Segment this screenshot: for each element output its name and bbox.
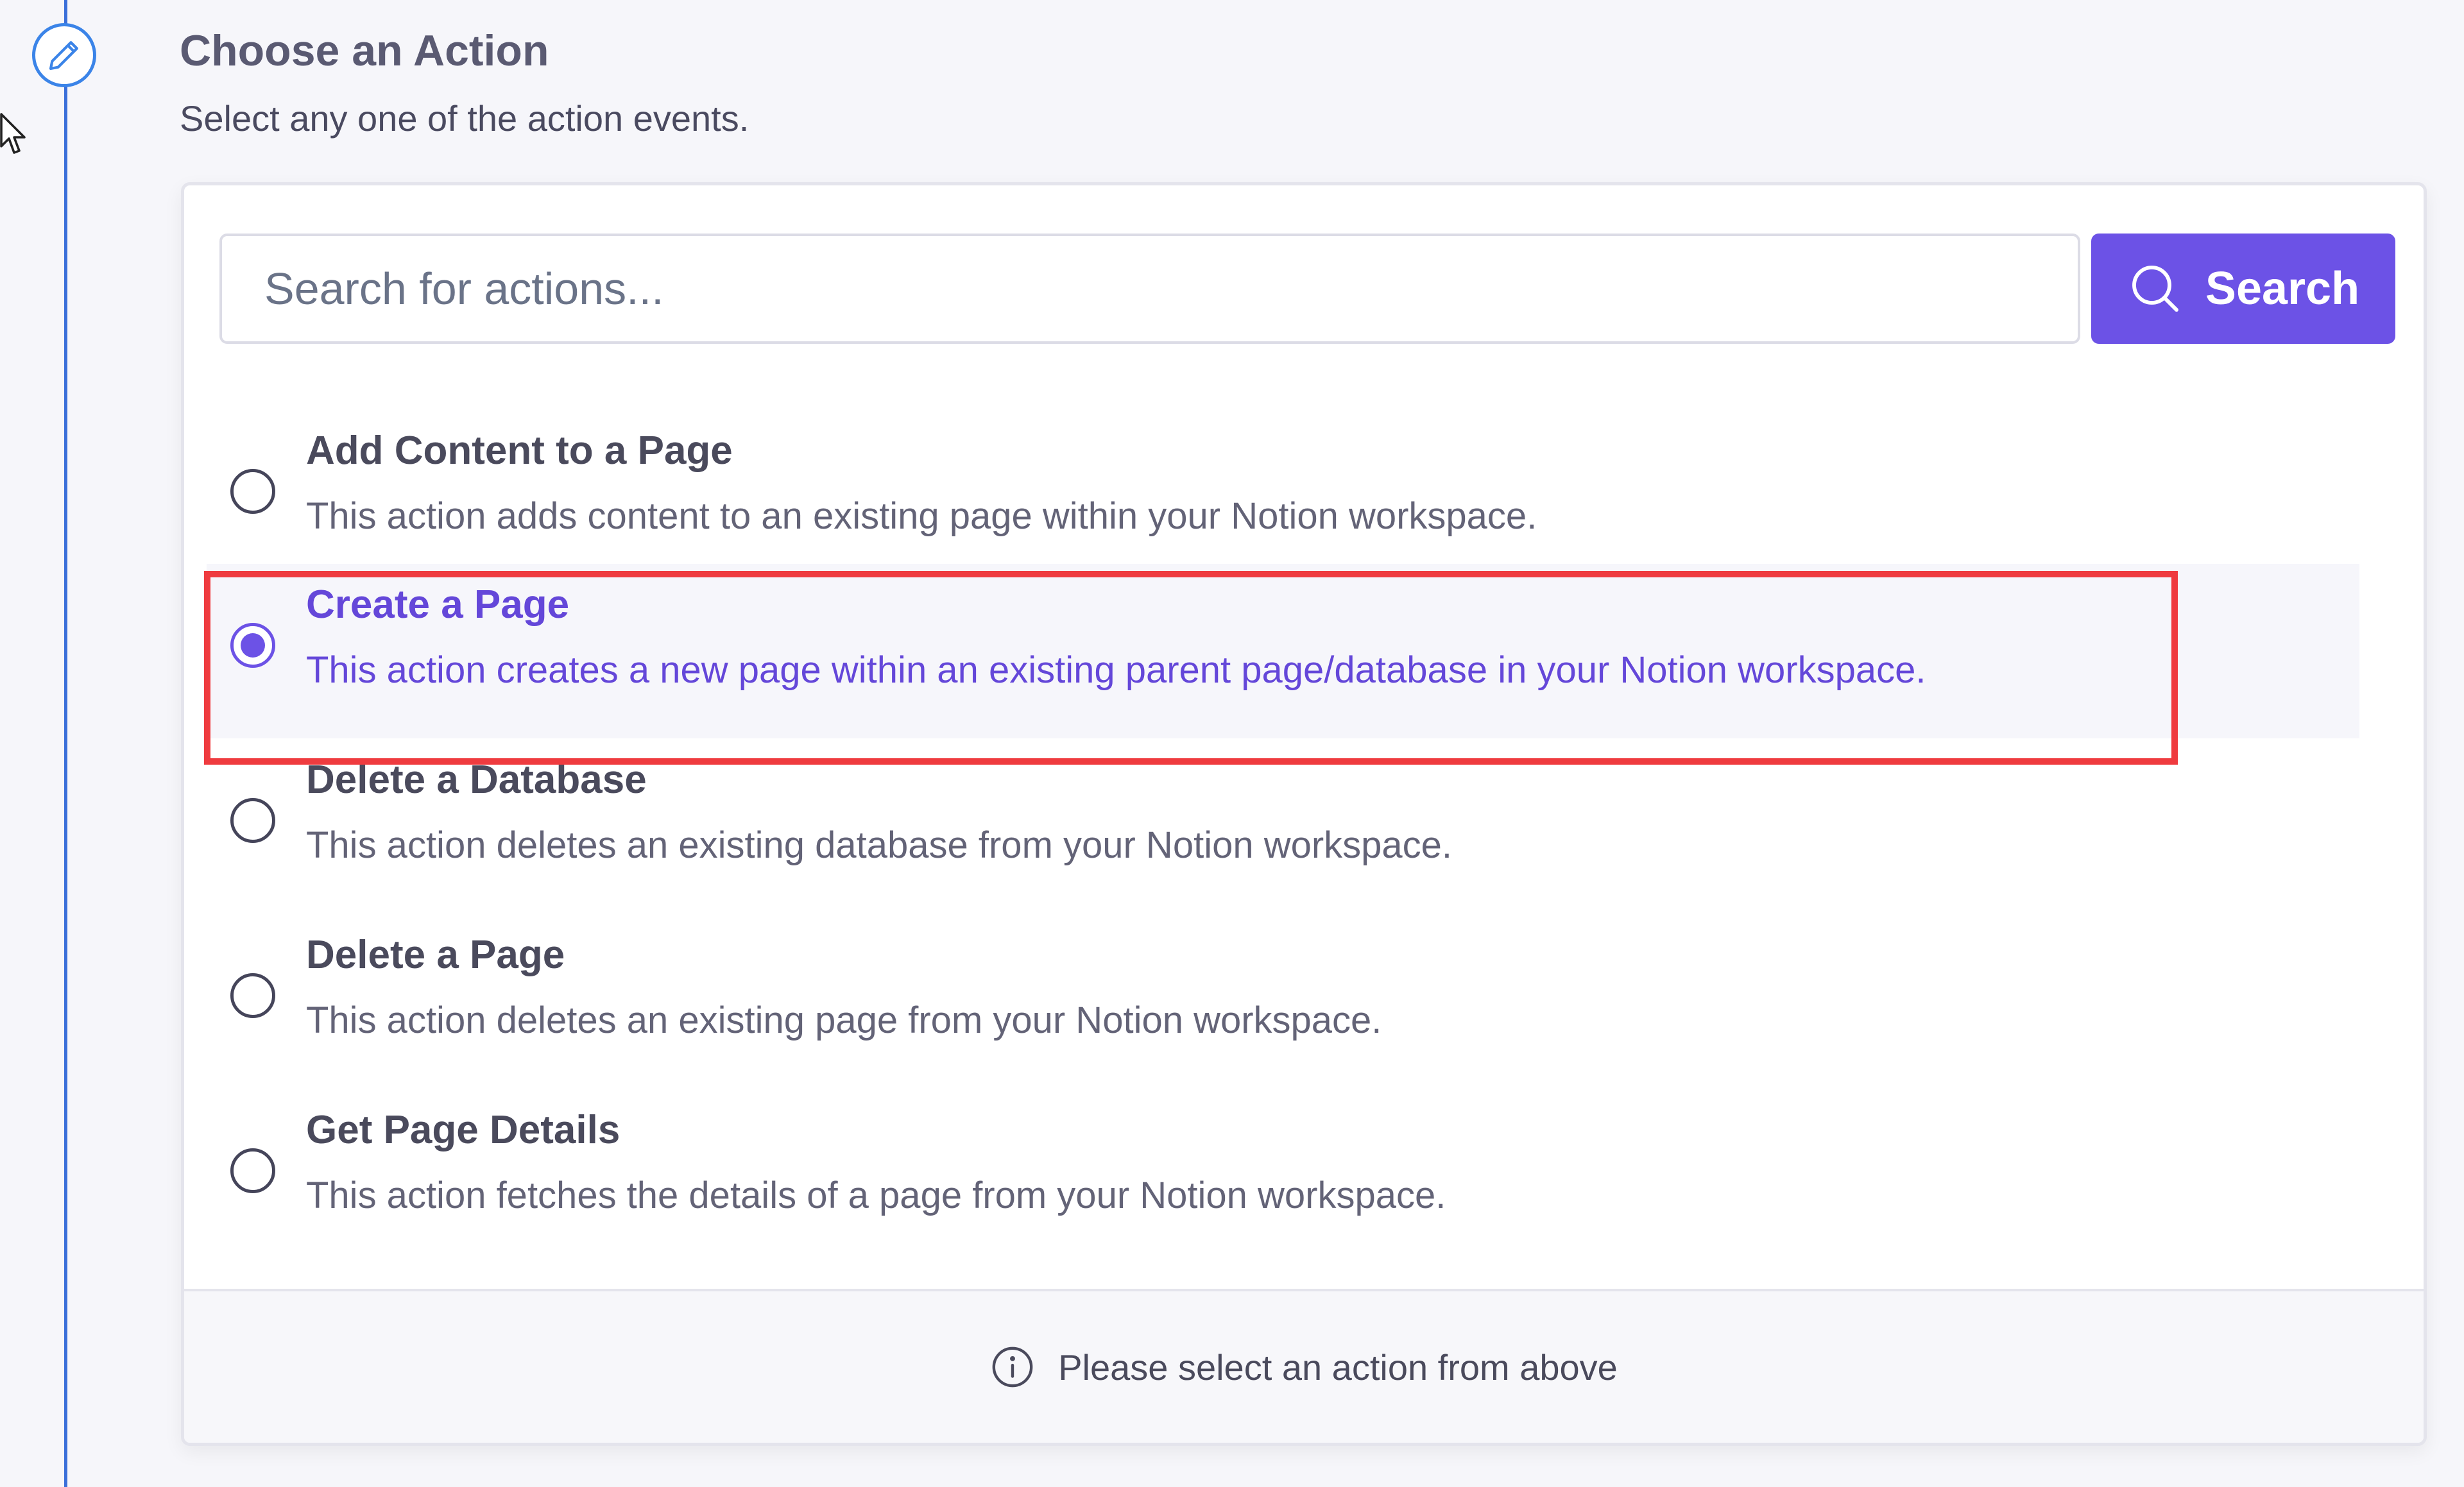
panel-footer: Please select an action from above	[184, 1289, 2424, 1443]
option-description: This action deletes an existing database…	[306, 824, 1453, 866]
step-indicator[interactable]	[32, 23, 96, 87]
option-add-content-to-a-page[interactable]: Add Content to a Page This action adds c…	[207, 410, 2359, 584]
search-button[interactable]: Search	[2091, 234, 2395, 344]
radio-create-a-page[interactable]	[230, 623, 275, 668]
option-description: This action creates a new page within an…	[306, 649, 1926, 691]
option-title: Create a Page	[306, 582, 570, 627]
option-title: Delete a Page	[306, 933, 565, 977]
mouse-cursor-icon	[0, 113, 26, 154]
action-step-screen: Choose an Action Select any one of the a…	[0, 0, 2464, 1487]
radio-delete-a-database[interactable]	[230, 798, 275, 843]
footer-message: Please select an action from above	[1058, 1347, 1618, 1388]
option-title: Delete a Database	[306, 758, 647, 802]
option-description: This action deletes an existing page fro…	[306, 999, 1382, 1041]
info-icon	[992, 1347, 1033, 1388]
option-title: Add Content to a Page	[306, 429, 733, 473]
radio-add-content-to-a-page[interactable]	[230, 469, 275, 514]
option-create-a-page[interactable]: Create a Page This action creates a new …	[207, 564, 2359, 738]
step-title: Choose an Action	[180, 26, 549, 75]
search-icon	[2132, 266, 2178, 312]
radio-get-page-details[interactable]	[230, 1148, 275, 1193]
search-input[interactable]	[219, 234, 2080, 344]
step-subtitle: Select any one of the action events.	[180, 98, 749, 139]
pencil-icon	[49, 41, 78, 71]
option-get-page-details[interactable]: Get Page Details This action fetches the…	[207, 1089, 2359, 1264]
option-description: This action adds content to an existing …	[306, 495, 1537, 537]
action-panel: Search Add Content to a Page This action…	[181, 182, 2427, 1446]
timeline-line	[64, 0, 67, 1487]
search-button-label: Search	[2205, 263, 2360, 314]
radio-delete-a-page[interactable]	[230, 973, 275, 1018]
option-description: This action fetches the details of a pag…	[306, 1175, 1446, 1216]
option-delete-a-database[interactable]: Delete a Database This action deletes an…	[207, 739, 2359, 913]
option-delete-a-page[interactable]: Delete a Page This action deletes an exi…	[207, 914, 2359, 1089]
option-title: Get Page Details	[306, 1108, 620, 1152]
